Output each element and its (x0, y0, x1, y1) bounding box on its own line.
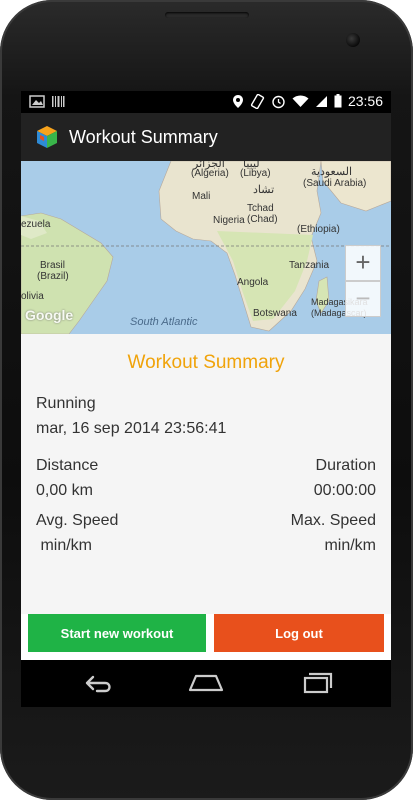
phone-frame: 23:56 Workout Summary الجزائر ليبيا (Alg… (0, 0, 413, 800)
status-time: 23:56 (347, 93, 383, 109)
zoom-in-button[interactable]: + (345, 245, 381, 281)
earpiece (165, 12, 249, 18)
rotate-icon (250, 93, 265, 109)
status-bar: 23:56 (21, 91, 391, 113)
action-bar: Workout Summary (21, 113, 391, 161)
app-cube-icon[interactable] (35, 125, 59, 149)
map-label: (Algeria) (191, 168, 229, 179)
google-logo: Google (25, 307, 74, 323)
log-out-button[interactable]: Log out (214, 614, 384, 652)
alarm-icon (272, 95, 285, 108)
workout-date: mar, 16 sep 2014 23:56:41 (36, 420, 227, 437)
navigation-bar (21, 660, 391, 707)
map-label: South Atlantic (130, 316, 198, 328)
map-label: (Saudi Arabia) (303, 178, 367, 189)
max-speed-value: min/km (324, 537, 376, 554)
summary-title: Workout Summary (127, 352, 285, 373)
map-label: (Brazil) (37, 271, 69, 282)
map-label: ezuela (21, 219, 51, 230)
map-label: (Ethiopia) (297, 224, 340, 235)
barcode-icon (52, 96, 65, 107)
zoom-out-button[interactable]: − (345, 281, 381, 317)
map-label: (Libya) (240, 168, 271, 179)
activity-type: Running (36, 395, 96, 412)
button-bar: Start new workout Log out (21, 614, 391, 660)
start-new-workout-button[interactable]: Start new workout (28, 614, 206, 652)
map-label: تشاد (253, 184, 275, 196)
map-label: Brasil (40, 260, 66, 271)
image-icon (29, 95, 45, 108)
map-label: السعودية (311, 166, 353, 178)
duration-label: Duration (315, 457, 376, 474)
avg-speed-value: min/km (36, 537, 92, 554)
map-label: Tanzania (289, 260, 330, 271)
distance-label: Distance (36, 457, 99, 474)
map-label: Mali (192, 191, 211, 202)
duration-value: 00:00:00 (313, 482, 376, 499)
avg-speed-label: Avg. Speed (36, 512, 119, 529)
home-icon[interactable] (186, 670, 226, 696)
map-label: Angola (237, 277, 269, 288)
battery-icon (334, 94, 342, 108)
location-icon (232, 94, 243, 108)
map-label: olivia (21, 291, 44, 302)
map-label: Botswana (253, 308, 297, 319)
signal-icon (315, 95, 327, 107)
map-view[interactable]: الجزائر ليبيا (Algeria) (Libya) السعودية… (21, 161, 391, 334)
recent-apps-icon[interactable] (295, 670, 335, 696)
map-label: Tchad (247, 203, 274, 214)
screen: 23:56 Workout Summary الجزائر ليبيا (Alg… (21, 91, 391, 707)
max-speed-label: Max. Speed (290, 512, 376, 529)
wifi-icon (292, 95, 309, 107)
front-camera (346, 33, 360, 47)
map-label: Nigeria (213, 215, 245, 226)
action-bar-title: Workout Summary (69, 126, 218, 147)
distance-value: 0,00 km (36, 482, 93, 499)
back-icon[interactable] (77, 670, 117, 696)
map-label: (Chad) (247, 214, 278, 225)
